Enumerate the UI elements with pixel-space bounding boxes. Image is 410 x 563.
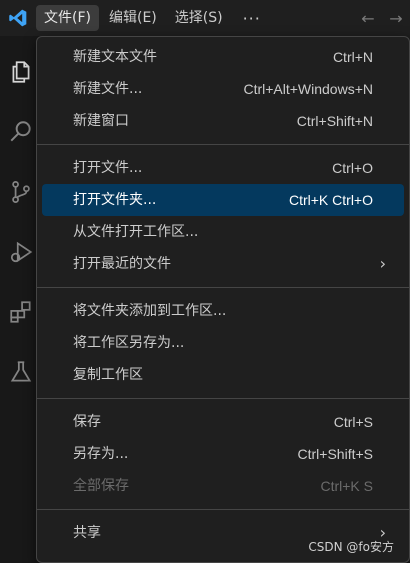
chevron-right-icon: › bbox=[379, 254, 386, 273]
menu-entry-label: 从文件打开工作区... bbox=[73, 224, 199, 240]
menu-entry-label: 将文件夹添加到工作区... bbox=[73, 303, 227, 319]
menu-entry[interactable]: 另存为... Ctrl+Shift+S bbox=[42, 438, 404, 470]
menu-entry[interactable]: 将工作区另存为... bbox=[42, 327, 404, 359]
title-bar: 文件(F) 编辑(E) 选择(S) ··· ← → bbox=[0, 0, 410, 36]
menu-entry-label: 复制工作区 bbox=[73, 367, 143, 383]
menu-entry[interactable]: 将文件夹添加到工作区... bbox=[42, 295, 404, 327]
menu-entry-label: 新建文件... bbox=[73, 81, 143, 97]
menu-entry-label: 打开最近的文件 bbox=[73, 256, 171, 272]
menu-entry-label: 打开文件... bbox=[73, 160, 143, 176]
menu-entry-shortcut: Ctrl+Shift+N bbox=[296, 113, 373, 129]
navigation-controls: ← → bbox=[354, 0, 410, 36]
menu-separator bbox=[37, 144, 409, 145]
menu-entry: 全部保存 Ctrl+K S bbox=[42, 470, 404, 502]
forward-arrow-icon[interactable]: → bbox=[382, 9, 410, 28]
menu-entry-label: 新建窗口 bbox=[73, 113, 129, 129]
watermark-text: CSDN @fo安方 bbox=[308, 540, 394, 554]
back-arrow-icon[interactable]: ← bbox=[354, 9, 382, 28]
menu-entry[interactable]: 复制工作区 bbox=[42, 359, 404, 391]
menu-edit[interactable]: 编辑(E) bbox=[101, 5, 165, 31]
menu-entry[interactable]: 从文件打开工作区... bbox=[42, 216, 404, 248]
menu-entry-label: 打开文件夹... bbox=[73, 192, 157, 208]
menu-entry-label: 将工作区另存为... bbox=[73, 335, 185, 351]
menu-entry-label: 保存 bbox=[73, 414, 101, 430]
menu-entry-label: 新建文本文件 bbox=[73, 49, 157, 65]
menu-entry-shortcut: Ctrl+K Ctrl+O bbox=[288, 192, 373, 208]
menu-entry[interactable]: 打开文件夹... Ctrl+K Ctrl+O bbox=[42, 184, 404, 216]
menu-separator bbox=[37, 509, 409, 510]
menu-bar: 文件(F) 编辑(E) 选择(S) ··· bbox=[36, 0, 271, 36]
menu-entry-shortcut: Ctrl+S bbox=[333, 414, 373, 430]
menu-entry-shortcut: Ctrl+Shift+S bbox=[297, 446, 373, 462]
menu-entry-label: 全部保存 bbox=[73, 478, 129, 494]
menu-separator bbox=[37, 398, 409, 399]
menu-entry-label: 另存为... bbox=[73, 446, 129, 462]
menu-separator bbox=[37, 287, 409, 288]
menu-entry-shortcut: Ctrl+Alt+Windows+N bbox=[243, 81, 373, 97]
menu-entry-shortcut: Ctrl+N bbox=[332, 49, 373, 65]
menu-entry[interactable]: 保存 Ctrl+S bbox=[42, 406, 404, 438]
file-menu-dropdown: 新建文本文件 Ctrl+N 新建文件... Ctrl+Alt+Windows+N 新建窗… bbox=[36, 36, 410, 563]
vscode-logo-icon bbox=[0, 0, 36, 36]
more-menus-button[interactable]: ··· bbox=[233, 9, 271, 28]
menu-entry[interactable]: 新建文本文件 Ctrl+N bbox=[42, 41, 404, 73]
menu-entry-shortcut: Ctrl+K S bbox=[320, 478, 373, 494]
menu-file[interactable]: 文件(F) bbox=[36, 5, 99, 31]
menu-entry-label: 共享 bbox=[73, 525, 101, 541]
menu-entry[interactable]: 新建文件... Ctrl+Alt+Windows+N bbox=[42, 73, 404, 105]
menu-entry[interactable]: 新建窗口 Ctrl+Shift+N bbox=[42, 105, 404, 137]
menu-selection[interactable]: 选择(S) bbox=[167, 5, 231, 31]
menu-entry[interactable]: 打开文件... Ctrl+O bbox=[42, 152, 404, 184]
menu-entry[interactable]: 打开最近的文件 › bbox=[42, 248, 404, 280]
menu-entry-shortcut: Ctrl+O bbox=[332, 160, 373, 176]
